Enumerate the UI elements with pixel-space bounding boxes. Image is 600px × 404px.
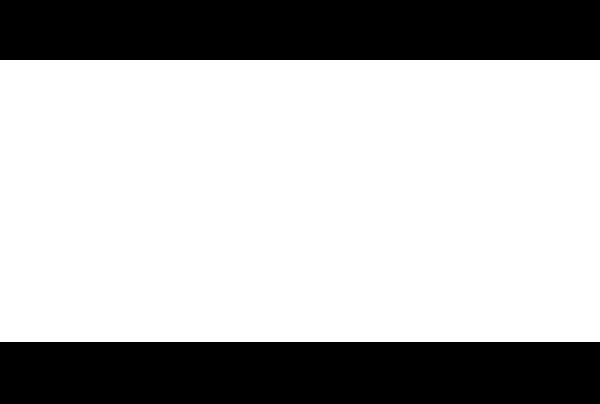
figure-background — [0, 60, 600, 342]
figure: α = 60°10⁻⁵10⁻⁴10⁻³10⁻²10⁻¹766.1766.3766… — [0, 0, 600, 400]
